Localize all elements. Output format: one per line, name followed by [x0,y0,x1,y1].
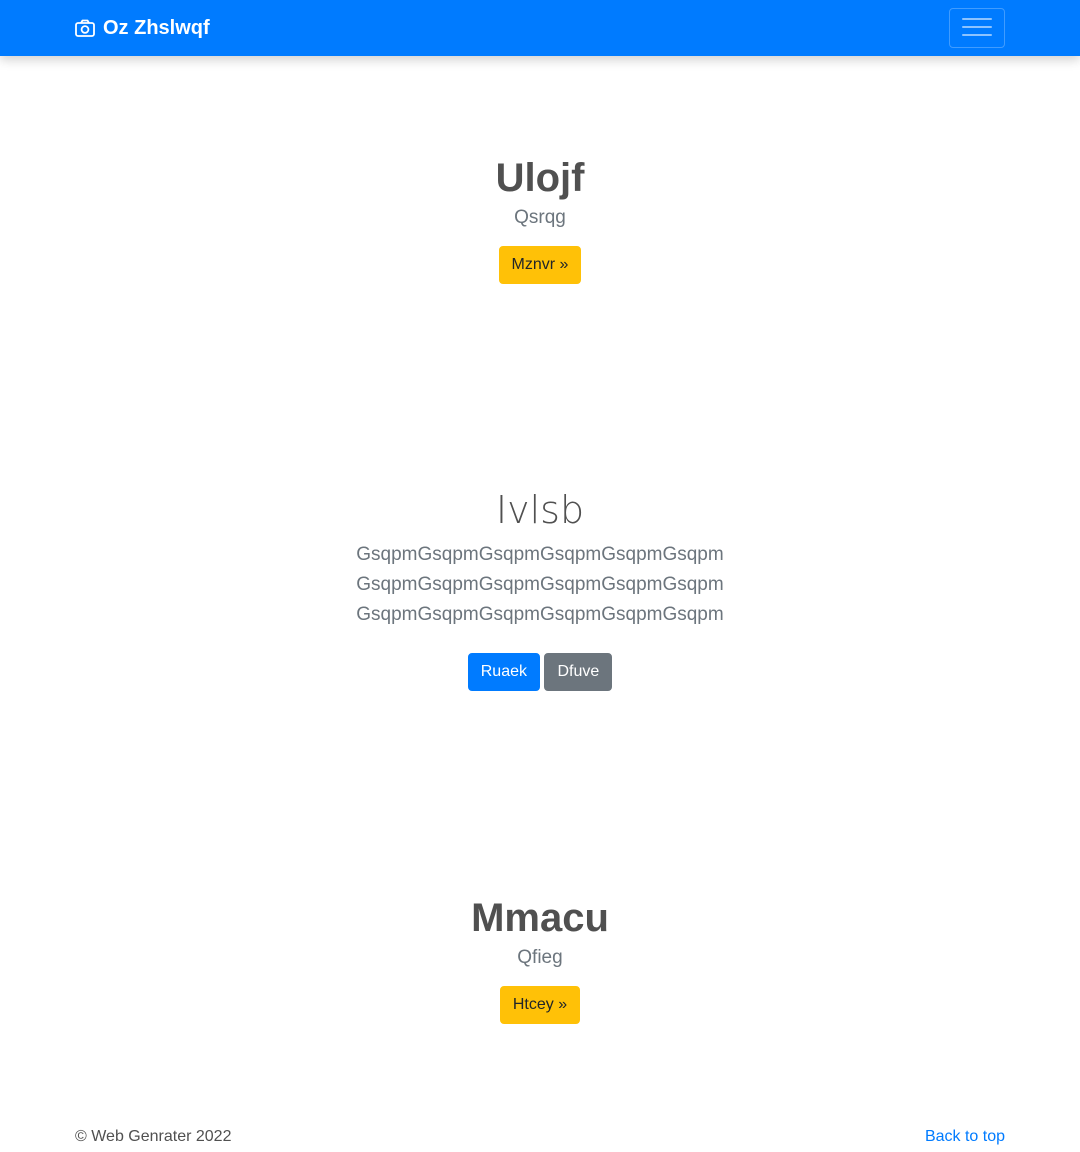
brand-text: Oz Zhslwqf [103,16,210,39]
copyright-text: © Web Genrater 2022 [75,1128,232,1145]
hero-section-2: Ivlsb GsqpmGsqpmGsqpmGsqpmGsqpmGsqpmGsqp… [0,486,1080,691]
footer: © Web Genrater 2022 Back to top [75,1128,1005,1152]
camera-icon [75,18,95,38]
ruaek-button[interactable]: Ruaek [467,653,540,691]
brand-link[interactable]: Oz Zhslwqf [75,14,210,42]
navbar-toggler-button[interactable] [949,8,1005,48]
section-subheading: Qsrqg [514,207,566,228]
htcey-button[interactable]: Htcey » [499,986,581,1024]
navbar: Oz Zhslwqf [0,0,1080,56]
section-heading: Mmacu [471,896,609,940]
section-lead: GsqpmGsqpmGsqpmGsqpmGsqpmGsqpmGsqpmGsqpm… [356,544,724,625]
hero-section-1: Ulojf Qsrqg Mznvr » [0,154,1080,284]
hero-section-3: Mmacu Qfieg Htcey » [0,894,1080,1024]
hamburger-menu-icon [962,16,992,41]
back-to-top-link[interactable]: Back to top [925,1128,1005,1146]
mznvr-button[interactable]: Mznvr » [498,246,582,284]
dfuve-button[interactable]: Dfuve [544,653,613,691]
section-subheading: Qfieg [517,947,563,968]
section-heading: Ulojf [495,156,585,200]
section-heading: Ivlsb [495,488,585,532]
